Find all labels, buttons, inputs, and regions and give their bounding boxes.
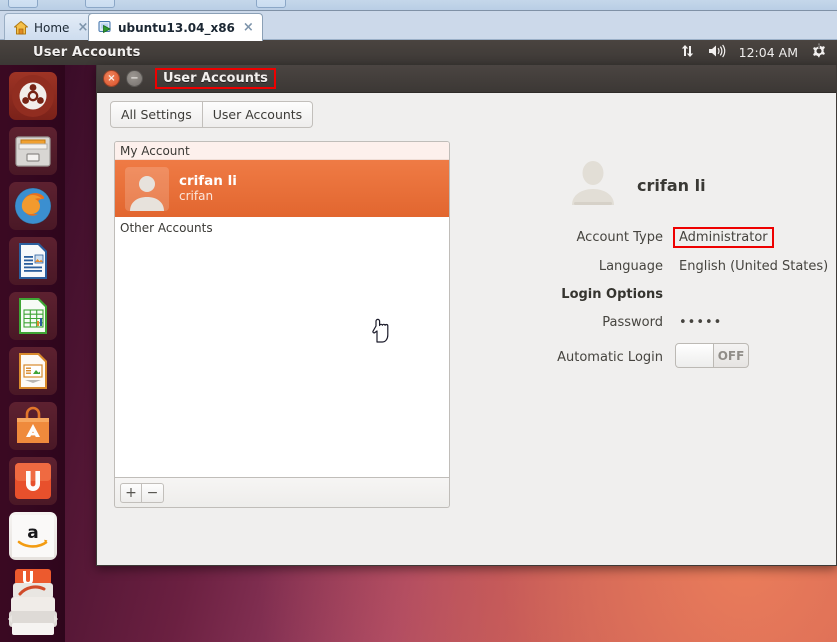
window-toolbar: All Settings User Accounts	[97, 93, 836, 135]
launcher-item-stack[interactable]	[7, 567, 59, 639]
launcher-item-libreoffice-impress[interactable]	[8, 347, 57, 395]
account-type-row: Account Type Administrator	[477, 227, 837, 248]
window-titlebar[interactable]: × − User Accounts	[97, 65, 836, 93]
account-detail-pane: crifan li Account Type Administrator Lan…	[477, 135, 837, 565]
network-updown-icon[interactable]	[680, 44, 695, 61]
launcher-item-ubuntu-dash[interactable]	[8, 72, 57, 120]
launcher-item-amazon[interactable]: a	[8, 512, 57, 560]
automatic-login-toggle-wrap: OFF	[675, 343, 749, 371]
session-gear-icon[interactable]	[811, 43, 827, 62]
list-item-text: crifan li crifan	[179, 173, 237, 205]
volume-icon[interactable]	[708, 44, 726, 61]
host-tab-home-close-icon[interactable]: ×	[74, 21, 88, 34]
host-toolbar-button-1[interactable]	[8, 0, 38, 8]
host-toolbar-button-2[interactable]	[85, 0, 115, 8]
host-tabstrip: Home × ubuntu13.04_x86 ×	[0, 11, 837, 41]
language-label: Language	[598, 259, 663, 274]
window-close-button[interactable]: ×	[103, 70, 120, 87]
my-account-header: My Account	[115, 142, 449, 160]
account-type-label: Account Type	[576, 230, 663, 245]
launcher-item-files[interactable]	[8, 127, 57, 175]
unity-panel-app-title[interactable]: User Accounts	[33, 45, 141, 60]
virtual-machine-icon	[97, 20, 113, 36]
window-title: User Accounts	[155, 68, 276, 89]
language-row: Language English (United States)	[477, 258, 837, 275]
user-list: My Account crifan li crifan Other Accoun…	[114, 141, 450, 478]
unity-top-panel: User Accounts 12:04 AM	[0, 40, 837, 65]
user-list-toolbar: + −	[114, 478, 450, 508]
user-accounts-window: × − User Accounts All Settings User Acco…	[96, 65, 837, 566]
account-detail-header: crifan li	[477, 135, 837, 213]
unity-launcher: a	[0, 65, 65, 642]
password-label: Password	[602, 315, 663, 330]
unity-panel-clock[interactable]: 12:04 AM	[739, 45, 798, 60]
home-icon	[13, 20, 29, 36]
host-toolbar-button-3[interactable]	[256, 0, 286, 8]
window-minimize-button[interactable]: −	[126, 70, 143, 87]
breadcrumb: All Settings User Accounts	[110, 100, 314, 128]
language-value[interactable]: English (United States)	[675, 258, 832, 275]
list-item-username: crifan	[179, 189, 214, 204]
automatic-login-label: Automatic Login	[557, 349, 663, 365]
launcher-item-libreoffice-calc[interactable]	[8, 292, 57, 340]
host-tab-ubuntu-vm-close-icon[interactable]: ×	[240, 21, 254, 34]
window-body: My Account crifan li crifan Other Accoun…	[97, 135, 836, 565]
toggle-knob	[676, 344, 714, 367]
launcher-item-ubuntu-software-center[interactable]	[8, 402, 57, 450]
host-tab-home-label: Home	[34, 20, 70, 35]
other-accounts-header: Other Accounts	[115, 217, 449, 239]
avatar	[125, 166, 169, 211]
automatic-login-toggle[interactable]: OFF	[675, 343, 749, 368]
unity-panel-indicators: 12:04 AM	[680, 43, 837, 62]
launcher-item-libreoffice-writer[interactable]	[8, 237, 57, 285]
list-item-display-name: crifan li	[179, 172, 237, 189]
password-row: Password •••••	[477, 314, 837, 331]
account-fields: Account Type Administrator Language Engl…	[477, 227, 837, 371]
host-toolbar	[0, 0, 837, 11]
add-user-button[interactable]: +	[120, 482, 142, 503]
user-accounts-breadcrumb-button[interactable]: User Accounts	[202, 100, 314, 128]
screenshot-root: Home × ubuntu13.04_x86 × User Accounts 1…	[0, 0, 837, 642]
list-item-crifan[interactable]: crifan li crifan	[115, 160, 449, 217]
all-settings-button[interactable]: All Settings	[110, 100, 203, 128]
user-avatar-icon[interactable]	[567, 157, 619, 213]
launcher-item-ubuntu-one[interactable]	[8, 457, 57, 505]
automatic-login-row: Automatic Login OFF	[477, 343, 837, 371]
svg-text:a: a	[27, 523, 38, 543]
host-tab-ubuntu-vm[interactable]: ubuntu13.04_x86 ×	[88, 13, 263, 41]
host-tab-home[interactable]: Home ×	[4, 13, 98, 41]
host-tab-ubuntu-vm-label: ubuntu13.04_x86	[118, 20, 235, 35]
guest-screen: User Accounts 12:04 AM a × − User Accoun…	[0, 40, 837, 642]
launcher-item-firefox[interactable]	[8, 182, 57, 230]
toggle-state-label: OFF	[717, 348, 745, 363]
account-type-value[interactable]: Administrator	[673, 227, 774, 248]
remove-user-button[interactable]: −	[142, 482, 164, 503]
account-display-name: crifan li	[637, 175, 706, 195]
password-value[interactable]: •••••	[675, 314, 726, 331]
login-options-header: Login Options	[561, 287, 663, 302]
